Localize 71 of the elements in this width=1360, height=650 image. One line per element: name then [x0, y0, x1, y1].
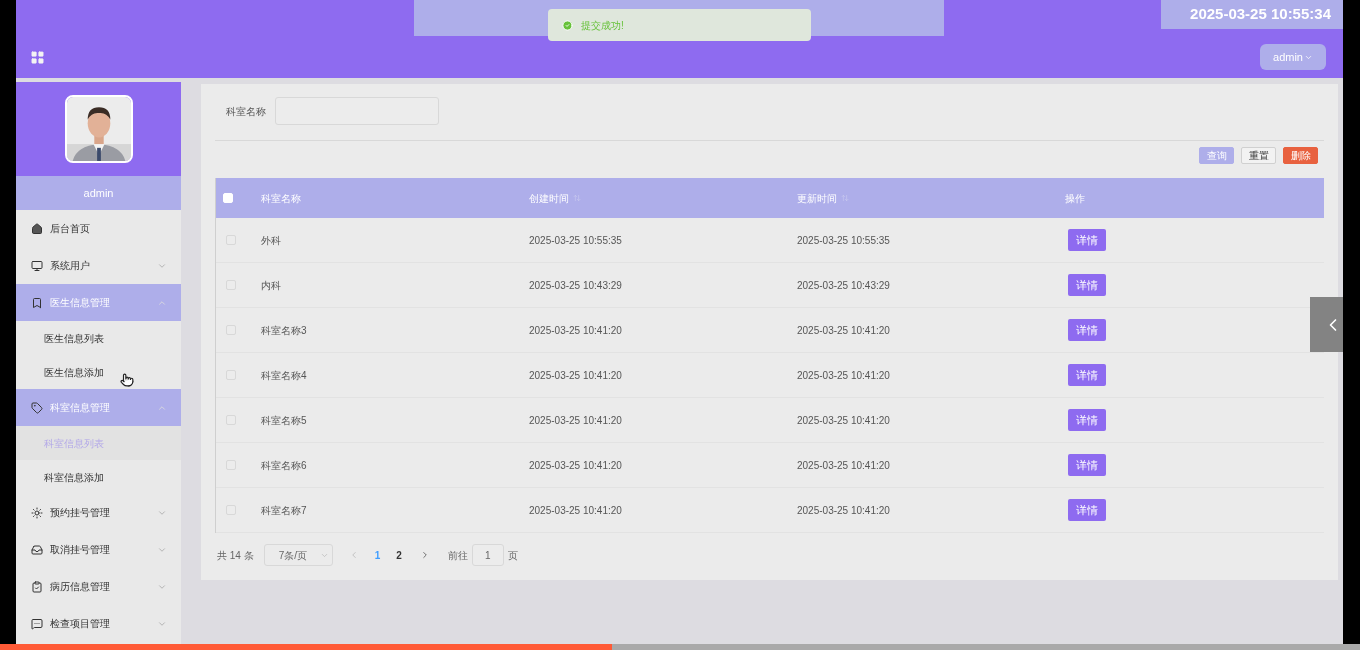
table-cell: 2025-03-25 10:43:29 — [797, 279, 890, 291]
table-cell: 2025-03-25 10:55:35 — [529, 234, 622, 246]
search-label: 科室名称 — [226, 104, 266, 119]
menu-item[interactable]: 取消挂号管理 — [16, 531, 181, 568]
goto-page-field[interactable]: 1 — [471, 544, 504, 566]
table-cell: 科室名称7 — [261, 504, 307, 516]
menu-item[interactable]: 检查项目管理 — [16, 605, 181, 642]
action-button[interactable]: 查询 — [1199, 147, 1234, 164]
table-cell: 科室名称4 — [261, 369, 307, 381]
goto-suffix: 页 — [507, 548, 518, 563]
table-cell: 外科 — [261, 234, 281, 246]
monitor-icon — [31, 259, 43, 272]
inbox-icon — [31, 543, 43, 556]
username: admin — [16, 176, 181, 210]
table-cell: 2025-03-25 10:41:20 — [797, 369, 890, 381]
detail-button[interactable]: 详情 — [1068, 409, 1106, 431]
goto-label: 前往 — [447, 548, 468, 563]
clipboard-icon — [31, 580, 43, 593]
hand-pointer-icon — [120, 373, 134, 387]
collapse-tab[interactable] — [1310, 297, 1343, 352]
table-cell: 科室名称3 — [261, 324, 307, 336]
table-cell: 科室名称6 — [261, 459, 307, 471]
menu-item[interactable]: 科室信息管理 — [16, 389, 181, 426]
submenu-item[interactable]: 医生信息添加 — [16, 355, 181, 389]
table-cell: 2025-03-25 10:55:35 — [797, 234, 890, 246]
table-cell: 2025-03-25 10:41:20 — [797, 459, 890, 471]
check-icon — [562, 19, 573, 31]
menu-item[interactable]: 系统用户 — [16, 247, 181, 284]
column-header: 操作 — [1065, 191, 1085, 206]
table-cell: 2025-03-25 10:41:20 — [529, 414, 622, 426]
bookmark-icon — [31, 296, 43, 309]
table-cell: 2025-03-25 10:43:29 — [529, 279, 622, 291]
total-count: 共 14 条 — [217, 548, 254, 563]
table-cell: 2025-03-25 10:41:20 — [529, 504, 622, 516]
home-icon — [31, 222, 43, 235]
user-menu-button[interactable]: admin — [1260, 44, 1326, 70]
table-cell: 2025-03-25 10:41:20 — [797, 414, 890, 426]
detail-button[interactable]: 详情 — [1068, 364, 1106, 386]
detail-button[interactable]: 详情 — [1068, 229, 1106, 251]
menu-icon[interactable] — [30, 49, 45, 65]
table-cell: 2025-03-25 10:41:20 — [529, 324, 622, 336]
menu-item[interactable]: 医生信息管理 — [16, 284, 181, 321]
table-cell: 内科 — [261, 279, 281, 291]
datetime: 2025-03-25 10:55:34 — [1161, 0, 1343, 29]
column-header: 科室名称 — [261, 191, 301, 206]
table-cell: 科室名称5 — [261, 414, 307, 426]
table-cell: 2025-03-25 10:41:20 — [797, 324, 890, 336]
column-header: 创建时间 — [529, 191, 569, 206]
column-header: 更新时间 — [797, 191, 837, 206]
table-cell: 2025-03-25 10:41:20 — [529, 459, 622, 471]
detail-button[interactable]: 详情 — [1068, 319, 1106, 341]
submenu-item[interactable]: 科室信息添加 — [16, 460, 181, 494]
sun-icon — [31, 506, 43, 519]
tag-icon — [31, 401, 43, 414]
page-number[interactable]: 1 — [374, 547, 381, 563]
action-button[interactable]: 重置 — [1241, 147, 1276, 164]
action-button[interactable]: 删除 — [1283, 147, 1318, 164]
detail-button[interactable]: 详情 — [1068, 274, 1106, 296]
page-size-select[interactable]: 7条/页 — [263, 544, 333, 566]
menu-item[interactable]: 病历信息管理 — [16, 568, 181, 605]
video-progress-track[interactable] — [0, 644, 1360, 650]
table-cell: 2025-03-25 10:41:20 — [797, 504, 890, 516]
chat-icon — [31, 617, 43, 630]
menu-item[interactable]: 后台首页 — [16, 210, 181, 247]
toast-message: 提交成功! — [581, 18, 624, 33]
page-number[interactable]: 2 — [396, 547, 402, 563]
submenu-item[interactable]: 医生信息列表 — [16, 321, 181, 355]
menu-item[interactable]: 预约挂号管理 — [16, 494, 181, 531]
table-cell: 2025-03-25 10:41:20 — [529, 369, 622, 381]
detail-button[interactable]: 详情 — [1068, 454, 1106, 476]
detail-button[interactable]: 详情 — [1068, 499, 1106, 521]
